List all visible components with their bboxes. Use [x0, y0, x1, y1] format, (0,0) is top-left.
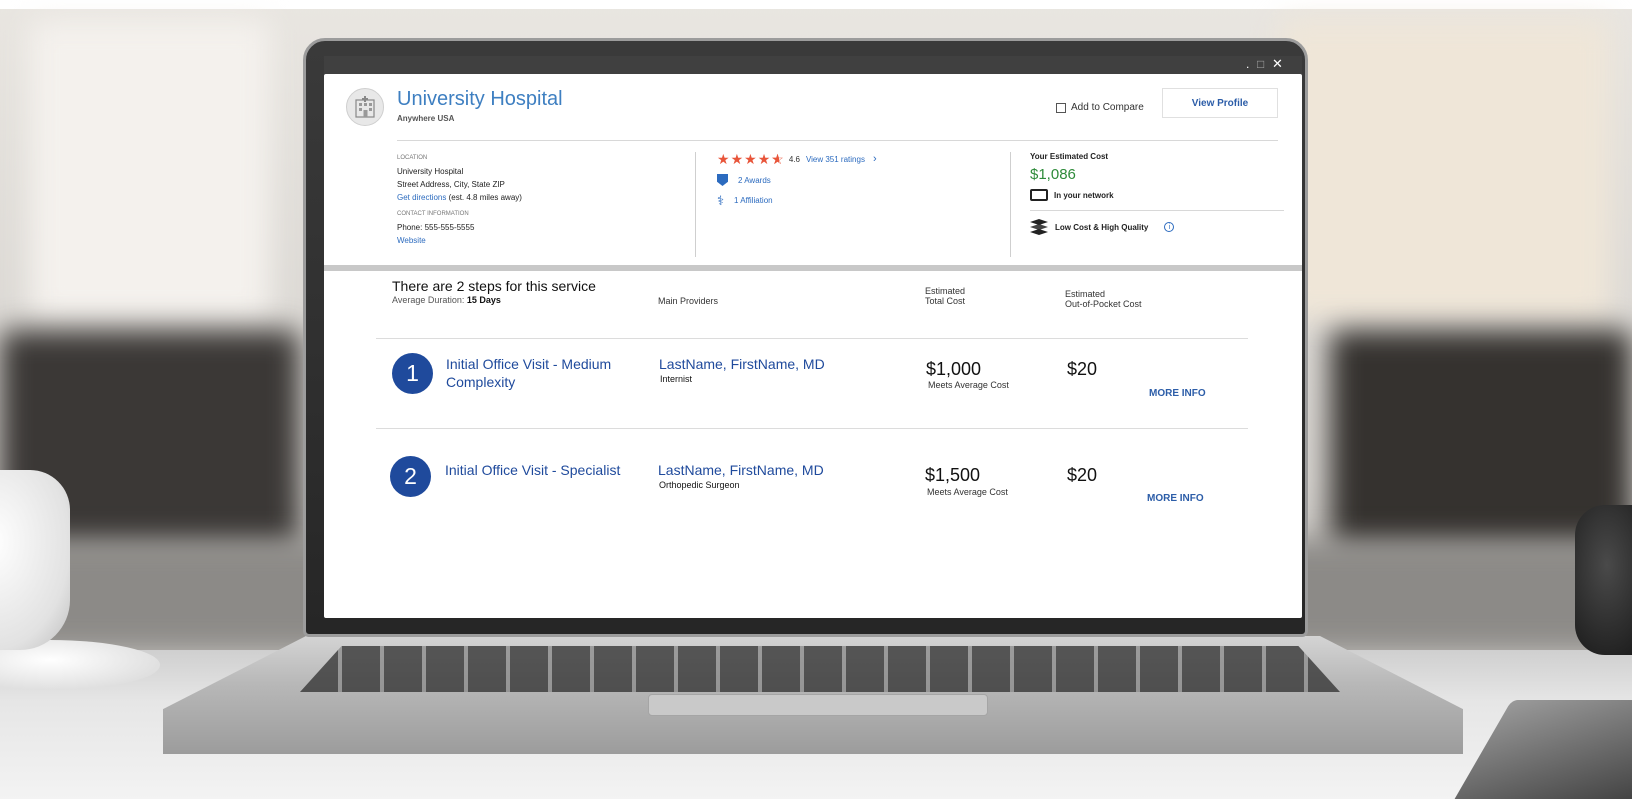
awards-link[interactable]: 2 Awards — [738, 176, 771, 185]
compare-checkbox[interactable] — [1056, 102, 1066, 113]
estimated-cost-label: Your Estimated Cost — [1030, 152, 1109, 161]
minimize-icon[interactable]: . — [1246, 58, 1249, 70]
cost-note: Meets Average Cost — [928, 380, 1009, 390]
rating-row: ★ ★ ★ ★ ☆ ★ 4.6 View 351 ratings › — [717, 152, 877, 166]
oop-cost-value: $20 — [1067, 359, 1098, 379]
network-row: In your network — [1030, 189, 1284, 201]
step-name-link[interactable]: Initial Office Visit - Specialist — [445, 461, 685, 479]
header-oop-cost: Estimated Out-of-Pocket Cost — [1065, 289, 1142, 309]
step-number-badge: 2 — [390, 456, 431, 497]
phone-number: Phone: 555-555-5555 — [397, 223, 475, 232]
estimated-cost-panel: Your Estimated Cost $1,086 In your netwo… — [1030, 152, 1284, 235]
row-divider — [376, 428, 1248, 429]
affiliation-link[interactable]: 1 Affiliation — [734, 196, 773, 205]
more-info-link[interactable]: MORE INFO — [1147, 493, 1204, 504]
header-total-cost-line1: Estimated — [925, 286, 966, 296]
laptop-keyboard — [300, 646, 1340, 692]
shield-check-icon — [717, 174, 728, 186]
close-icon[interactable]: ✕ — [1272, 57, 1283, 70]
contact-label: CONTACT INFORMATION — [397, 211, 469, 217]
header-total-cost-line2: Total Cost — [925, 296, 966, 306]
provider-specialty: Orthopedic Surgeon — [659, 480, 740, 490]
steps-title: There are 2 steps for this service — [392, 278, 596, 294]
step-number-badge: 1 — [392, 353, 433, 394]
header-total-cost: Estimated Total Cost — [925, 286, 965, 306]
more-info-link[interactable]: MORE INFO — [1149, 388, 1206, 399]
desk-object — [1575, 505, 1632, 655]
website-link[interactable]: Website — [397, 234, 522, 247]
total-cost-value: $1,000 — [926, 359, 982, 379]
rating-score: 4.6 — [788, 154, 800, 164]
star-icon: ★ — [717, 151, 730, 167]
hospital-name[interactable]: University Hospital — [397, 88, 563, 111]
view-ratings-link[interactable]: View 351 ratings — [806, 155, 865, 164]
provider-name-link[interactable]: LastName, FirstName, MD — [658, 462, 824, 478]
star-icon: ★ — [744, 151, 757, 167]
distance-text: (est. 4.8 miles away) — [448, 193, 522, 202]
column-divider — [695, 152, 696, 257]
star-icon: ★ — [730, 151, 744, 167]
section-separator — [324, 265, 1302, 271]
insurance-card-icon — [1030, 189, 1048, 201]
top-edge — [0, 0, 1632, 9]
header-main-providers: Main Providers — [658, 296, 719, 306]
step-name-link[interactable]: Initial Office Visit - Medium Complexity — [446, 355, 636, 391]
hospital-region: Anywhere USA — [397, 114, 455, 123]
chevron-right-icon[interactable]: › — [873, 153, 877, 165]
star-icon: ☆ ★ — [771, 151, 784, 167]
network-label: In your network — [1054, 190, 1114, 200]
duration-label: Average Duration: — [392, 295, 467, 305]
total-cost-value: $1,500 — [925, 465, 981, 485]
average-duration: Average Duration: 15 Days — [392, 295, 501, 305]
star-rating: ★ ★ ★ ★ ☆ ★ — [717, 152, 784, 166]
row-divider — [376, 338, 1248, 339]
laptop-trackpad — [648, 694, 988, 716]
affiliation-row[interactable]: ⚕ 1 Affiliation — [717, 194, 877, 207]
background-window-left — [30, 20, 270, 320]
provider-specialty: Internist — [660, 374, 693, 384]
window-titlebar — [324, 56, 1302, 74]
provider-name-link[interactable]: LastName, FirstName, MD — [659, 356, 825, 372]
app-screen: University Hospital Anywhere USA Add to … — [324, 74, 1302, 618]
maximize-icon[interactable]: □ — [1257, 58, 1264, 70]
star-icon: ★ — [757, 151, 771, 167]
quality-row: Low Cost & High Quality i — [1030, 219, 1284, 235]
background-window-right — [1280, 20, 1610, 320]
hospital-building-icon — [346, 88, 384, 126]
header-oop-line2: Out-of-Pocket Cost — [1065, 299, 1142, 309]
compare-label: Add to Compare — [1071, 102, 1144, 113]
view-profile-button[interactable]: View Profile — [1162, 88, 1278, 118]
awards-row[interactable]: 2 Awards — [717, 174, 877, 186]
coffee-cup — [0, 470, 70, 650]
ratings-panel: ★ ★ ★ ★ ☆ ★ 4.6 View 351 ratings › 2 Awards ⚕… — [717, 152, 877, 207]
column-divider — [1010, 152, 1011, 257]
estimated-cost-amount: $1,086 — [1030, 166, 1076, 183]
duration-value: 15 Days — [466, 295, 501, 305]
divider — [397, 140, 1278, 141]
oop-cost-value: $20 — [1067, 465, 1098, 485]
divider — [1030, 210, 1284, 211]
location-label: LOCATION — [397, 155, 428, 161]
get-directions-link[interactable]: Get directions — [397, 193, 446, 202]
location-address: Street Address, City, State ZIP — [397, 180, 505, 189]
cost-note: Meets Average Cost — [927, 487, 1008, 497]
add-to-compare[interactable]: Add to Compare — [1056, 102, 1144, 113]
layers-icon — [1030, 219, 1048, 235]
quality-label: Low Cost & High Quality — [1055, 222, 1149, 232]
location-name: University Hospital — [397, 167, 464, 176]
location-panel: LOCATION University Hospital Street Addr… — [397, 152, 522, 247]
header-oop-line1: Estimated — [1065, 289, 1106, 299]
affiliation-icon: ⚕ — [717, 193, 725, 208]
info-icon[interactable]: i — [1164, 222, 1175, 232]
